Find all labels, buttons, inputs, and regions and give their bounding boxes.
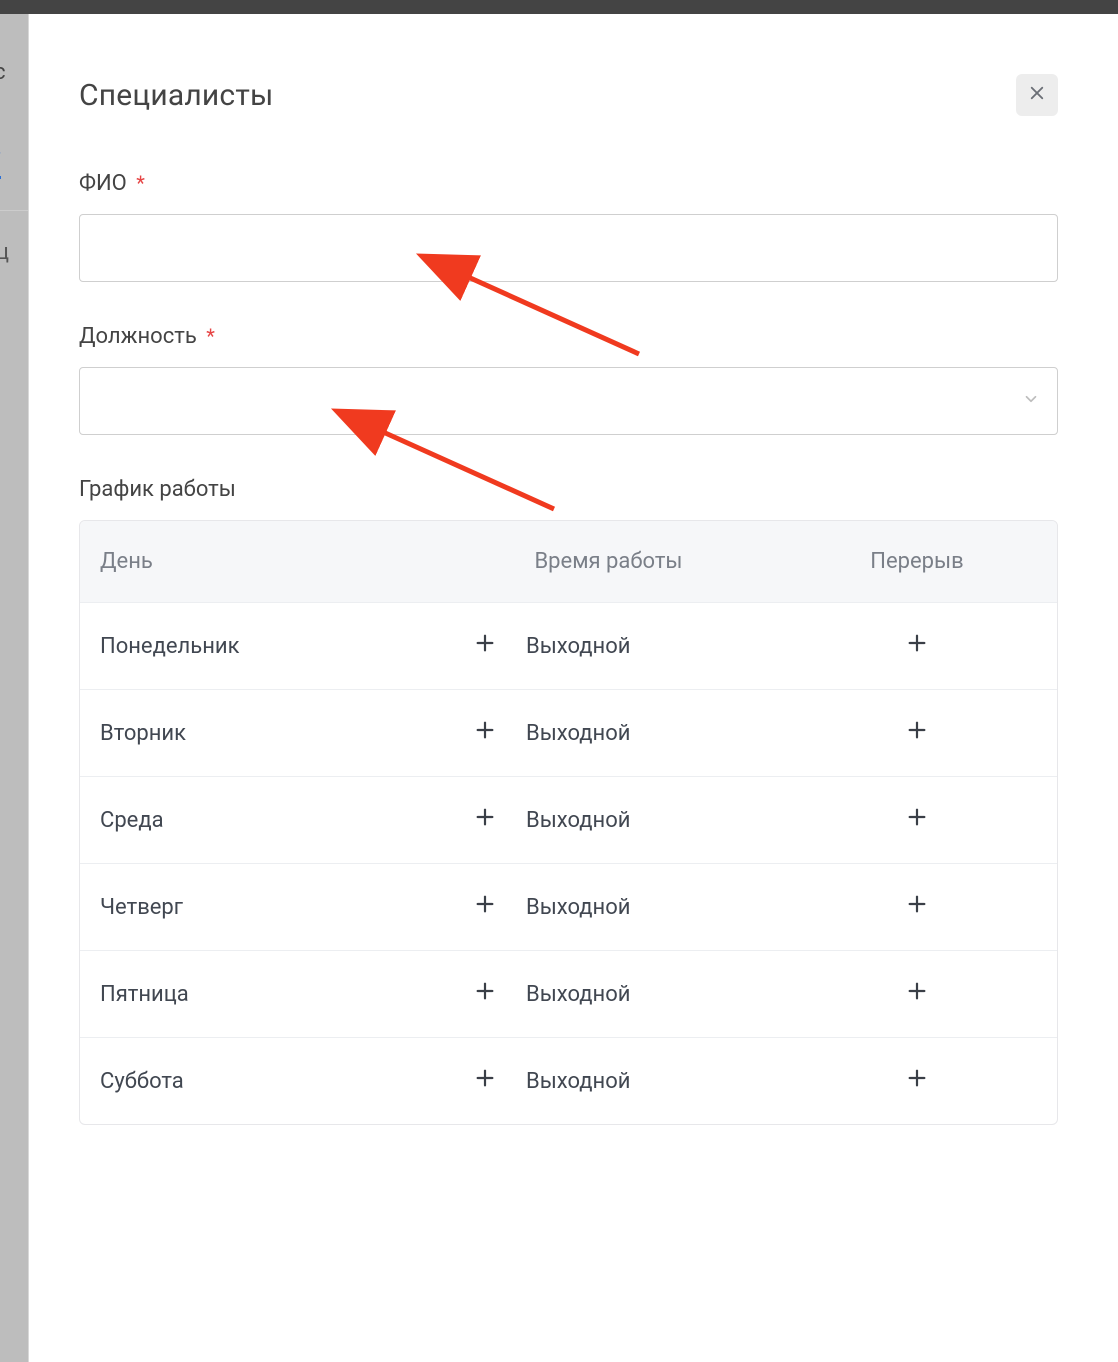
plus-icon (474, 1067, 496, 1095)
schedule-break-cell (797, 979, 1037, 1009)
schedule-body: Понедельник Выходной Вторник Выходной Среда В… (80, 602, 1057, 1124)
schedule-day-cell: Понедельник (100, 634, 420, 659)
position-select[interactable] (79, 367, 1058, 435)
position-label: Должность * (79, 324, 1058, 349)
schedule-section-label: График работы (79, 477, 1058, 502)
add-break-button[interactable] (902, 1066, 932, 1096)
schedule-col-break: Перерыв (797, 549, 1037, 574)
plus-icon (474, 719, 496, 747)
schedule-day-cell: Четверг (100, 895, 420, 920)
schedule-day-cell: Пятница (100, 982, 420, 1007)
schedule-row: Суббота Выходной (80, 1037, 1057, 1124)
fullname-group: ФИО * (79, 171, 1058, 282)
close-button[interactable] (1016, 74, 1058, 116)
plus-icon (906, 980, 928, 1008)
schedule-day-cell: Вторник (100, 721, 420, 746)
plus-icon (474, 806, 496, 834)
plus-icon (906, 632, 928, 660)
position-group: Должность * (79, 324, 1058, 435)
schedule-header-row: День Время работы Перерыв (80, 521, 1057, 602)
schedule-row: Вторник Выходной (80, 689, 1057, 776)
schedule-status: Выходной (526, 634, 630, 659)
schedule-col-day: День (100, 549, 420, 574)
required-mark: * (206, 324, 215, 348)
schedule-day-cell: Среда (100, 808, 420, 833)
fullname-label-text: ФИО (79, 171, 127, 196)
plus-icon (474, 893, 496, 921)
schedule-time-cell: Выходной (420, 718, 797, 748)
plus-icon (906, 1067, 928, 1095)
schedule-status: Выходной (526, 982, 630, 1007)
add-work-time-button[interactable] (470, 979, 500, 1009)
plus-icon (474, 632, 496, 660)
fullname-input[interactable] (79, 214, 1058, 282)
schedule-break-cell (797, 805, 1037, 835)
add-work-time-button[interactable] (470, 1066, 500, 1096)
add-break-button[interactable] (902, 805, 932, 835)
schedule-time-cell: Выходной (420, 1066, 797, 1096)
add-work-time-button[interactable] (470, 631, 500, 661)
schedule-row: Пятница Выходной (80, 950, 1057, 1037)
window-topbar (0, 0, 1118, 14)
schedule-break-cell (797, 1066, 1037, 1096)
schedule-time-cell: Выходной (420, 979, 797, 1009)
add-work-time-button[interactable] (470, 718, 500, 748)
position-select-wrap (79, 367, 1058, 435)
chevron-down-icon (1022, 390, 1040, 412)
schedule-break-cell (797, 892, 1037, 922)
schedule-day-cell: Суббота (100, 1069, 420, 1094)
plus-icon (906, 893, 928, 921)
plus-icon (474, 980, 496, 1008)
schedule-row: Четверг Выходной (80, 863, 1057, 950)
modal-title: Специалисты (79, 78, 273, 113)
add-break-button[interactable] (902, 631, 932, 661)
add-work-time-button[interactable] (470, 805, 500, 835)
modal-header: Специалисты (79, 74, 1058, 116)
schedule-status: Выходной (526, 895, 630, 920)
backdrop-fragment-2: т (0, 145, 1, 179)
schedule-status: Выходной (526, 721, 630, 746)
close-icon (1028, 84, 1046, 106)
plus-icon (906, 719, 928, 747)
add-break-button[interactable] (902, 718, 932, 748)
schedule-time-cell: Выходной (420, 892, 797, 922)
plus-icon (906, 806, 928, 834)
schedule-status: Выходной (526, 1069, 630, 1094)
schedule-time-cell: Выходной (420, 631, 797, 661)
schedule-table: День Время работы Перерыв Понедельник Вых… (79, 520, 1058, 1125)
schedule-row: Понедельник Выходной (80, 602, 1057, 689)
add-break-button[interactable] (902, 892, 932, 922)
schedule-break-cell (797, 631, 1037, 661)
add-break-button[interactable] (902, 979, 932, 1009)
fullname-label: ФИО * (79, 171, 1058, 196)
schedule-row: Среда Выходной (80, 776, 1057, 863)
schedule-time-cell: Выходной (420, 805, 797, 835)
schedule-status: Выходной (526, 808, 630, 833)
add-work-time-button[interactable] (470, 892, 500, 922)
schedule-col-time: Время работы (420, 549, 797, 574)
backdrop-fragment-1: с (0, 60, 24, 85)
required-mark: * (136, 171, 145, 195)
position-label-text: Должность (79, 324, 197, 349)
schedule-break-cell (797, 718, 1037, 748)
backdrop-fragment-3: ц (0, 240, 9, 265)
specialists-modal: Специалисты ФИО * Должность * (28, 14, 1118, 1362)
